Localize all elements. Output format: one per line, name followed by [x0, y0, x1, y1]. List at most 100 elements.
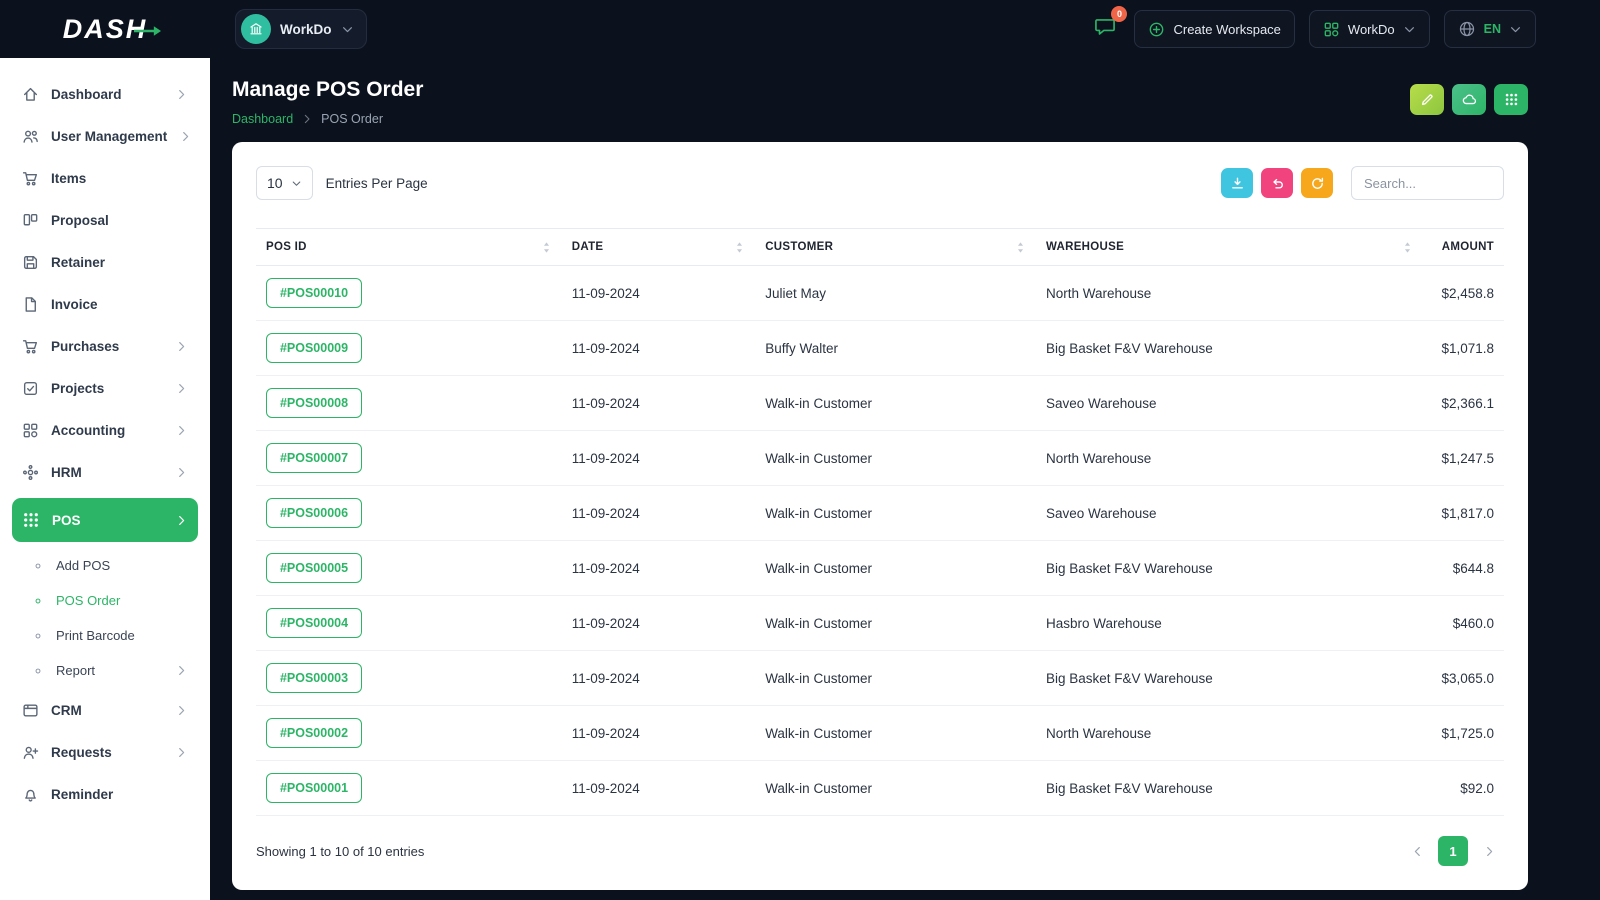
column-header-pos-id[interactable]: POS ID — [256, 228, 562, 266]
pagination-next-button[interactable] — [1474, 836, 1504, 866]
topbar-actions: 0 Create Workspace WorkDo EN — [1090, 6, 1536, 48]
customer-cell: Walk-in Customer — [755, 540, 1036, 596]
language-selector[interactable]: EN — [1443, 10, 1536, 48]
create-workspace-button[interactable]: Create Workspace — [1134, 10, 1295, 48]
dot-icon — [32, 560, 44, 572]
amount-cell: $1,071.8 — [1422, 320, 1504, 376]
date-cell: 11-09-2024 — [561, 705, 756, 761]
messages-button[interactable]: 0 — [1090, 6, 1128, 47]
bell-icon — [22, 786, 39, 803]
column-header-warehouse[interactable]: WAREHOUSE — [1035, 228, 1423, 266]
chevron-down-icon — [341, 23, 354, 36]
users-icon — [22, 128, 39, 145]
warehouse-cell: Hasbro Warehouse — [1035, 595, 1423, 651]
warehouse-cell: Big Basket F&V Warehouse — [1035, 760, 1423, 816]
pos-id-button[interactable]: #POS00002 — [266, 718, 362, 748]
create-workspace-label: Create Workspace — [1173, 21, 1281, 37]
table-row: #POS00002 11-09-2024 Walk-in Customer No… — [256, 705, 1504, 761]
customer-cell: Walk-in Customer — [755, 375, 1036, 431]
column-header-customer[interactable]: CUSTOMER — [755, 228, 1036, 266]
pos-id-button[interactable]: #POS00001 — [266, 773, 362, 803]
pos-id-button[interactable]: #POS00003 — [266, 663, 362, 693]
sidebar-item-projects[interactable]: Projects — [12, 368, 198, 408]
page-actions — [1410, 84, 1528, 115]
grid-view-button[interactable] — [1494, 84, 1528, 115]
sidebar-item-user-management[interactable]: User Management — [12, 116, 198, 156]
sort-icon — [541, 241, 552, 253]
workspace-selector-label: WorkDo — [280, 21, 332, 37]
pos-order-table: POS ID DATE CUSTOMER WAREHOUSE AMOUNT #P… — [256, 228, 1504, 816]
date-cell: 11-09-2024 — [561, 265, 756, 321]
sidebar-item-report[interactable]: Report — [22, 653, 198, 688]
sidebar-item-retainer[interactable]: Retainer — [12, 242, 198, 282]
sidebar-item-reminder[interactable]: Reminder — [12, 774, 198, 814]
chevron-right-icon — [175, 514, 188, 527]
cart-icon — [22, 170, 39, 187]
workspace-dropdown[interactable]: WorkDo — [1308, 10, 1430, 48]
sort-icon — [734, 241, 745, 253]
breadcrumb-separator-icon — [301, 113, 313, 125]
pos-id-button[interactable]: #POS00009 — [266, 333, 362, 363]
sidebar-item-proposal[interactable]: Proposal — [12, 200, 198, 240]
save-icon — [22, 254, 39, 271]
warehouse-cell: Big Basket F&V Warehouse — [1035, 320, 1423, 376]
messages-badge: 0 — [1111, 6, 1128, 22]
amount-cell: $1,247.5 — [1422, 430, 1504, 486]
export-button[interactable] — [1221, 168, 1253, 198]
customer-cell: Walk-in Customer — [755, 650, 1036, 706]
kanban-icon — [22, 212, 39, 229]
sidebar-item-add-pos[interactable]: Add POS — [22, 548, 198, 583]
sidebar-item-purchases[interactable]: Purchases — [12, 326, 198, 366]
chevron-down-icon — [1403, 23, 1416, 36]
pos-id-button[interactable]: #POS00007 — [266, 443, 362, 473]
check-square-icon — [22, 380, 39, 397]
column-header-date[interactable]: DATE — [561, 228, 756, 266]
topbar: DASH WorkDo 0 Create Workspace WorkDo EN — [0, 0, 1600, 58]
edit-button[interactable] — [1410, 84, 1444, 115]
workspace-avatar-icon — [241, 14, 271, 44]
workspace-selector[interactable]: WorkDo — [235, 9, 367, 49]
sidebar-item-pos[interactable]: POS — [12, 498, 198, 542]
pos-id-button[interactable]: #POS00004 — [266, 608, 362, 638]
pos-order-card: 10 Entries Per Page POS ID DATE — [232, 142, 1528, 890]
brand-logo[interactable]: DASH — [63, 14, 162, 45]
pagination-prev-button[interactable] — [1402, 836, 1432, 866]
entries-per-page-select[interactable]: 10 — [256, 166, 313, 200]
table-row: #POS00003 11-09-2024 Walk-in Customer Bi… — [256, 650, 1504, 706]
home-icon — [22, 86, 39, 103]
search-input[interactable] — [1351, 166, 1504, 200]
sidebar-item-requests[interactable]: Requests — [12, 732, 198, 772]
table-row: #POS00001 11-09-2024 Walk-in Customer Bi… — [256, 760, 1504, 816]
warehouse-cell: North Warehouse — [1035, 705, 1423, 761]
pagination-page-button[interactable]: 1 — [1438, 836, 1468, 866]
pos-id-button[interactable]: #POS00005 — [266, 553, 362, 583]
breadcrumb-dashboard[interactable]: Dashboard — [232, 112, 293, 126]
refresh-button[interactable] — [1301, 168, 1333, 198]
chevron-right-icon — [175, 704, 188, 717]
sidebar-item-accounting[interactable]: Accounting — [12, 410, 198, 450]
pos-id-button[interactable]: #POS00008 — [266, 388, 362, 418]
sidebar-item-items[interactable]: Items — [12, 158, 198, 198]
date-cell: 11-09-2024 — [561, 320, 756, 376]
amount-cell: $3,065.0 — [1422, 650, 1504, 706]
sidebar-item-dashboard[interactable]: Dashboard — [12, 74, 198, 114]
cart-icon — [22, 338, 39, 355]
table-row: #POS00005 11-09-2024 Walk-in Customer Bi… — [256, 540, 1504, 596]
pos-id-button[interactable]: #POS00010 — [266, 278, 362, 308]
sidebar-item-hrm[interactable]: HRM — [12, 452, 198, 492]
chevron-left-icon — [1411, 845, 1424, 858]
sidebar-item-pos-order[interactable]: POS Order — [22, 583, 198, 618]
date-cell: 11-09-2024 — [561, 595, 756, 651]
table-row: #POS00010 11-09-2024 Juliet May North Wa… — [256, 265, 1504, 321]
chevron-down-icon — [1509, 23, 1522, 36]
sidebar-item-print-barcode[interactable]: Print Barcode — [22, 618, 198, 653]
column-header-amount[interactable]: AMOUNT — [1422, 228, 1504, 266]
reset-button[interactable] — [1261, 168, 1293, 198]
sidebar-item-invoice[interactable]: Invoice — [12, 284, 198, 324]
sidebar-item-crm[interactable]: CRM — [12, 690, 198, 730]
crm-icon — [22, 702, 39, 719]
warehouse-cell: North Warehouse — [1035, 265, 1423, 321]
sort-icon — [1402, 241, 1413, 253]
pos-id-button[interactable]: #POS00006 — [266, 498, 362, 528]
cloud-upload-button[interactable] — [1452, 84, 1486, 115]
